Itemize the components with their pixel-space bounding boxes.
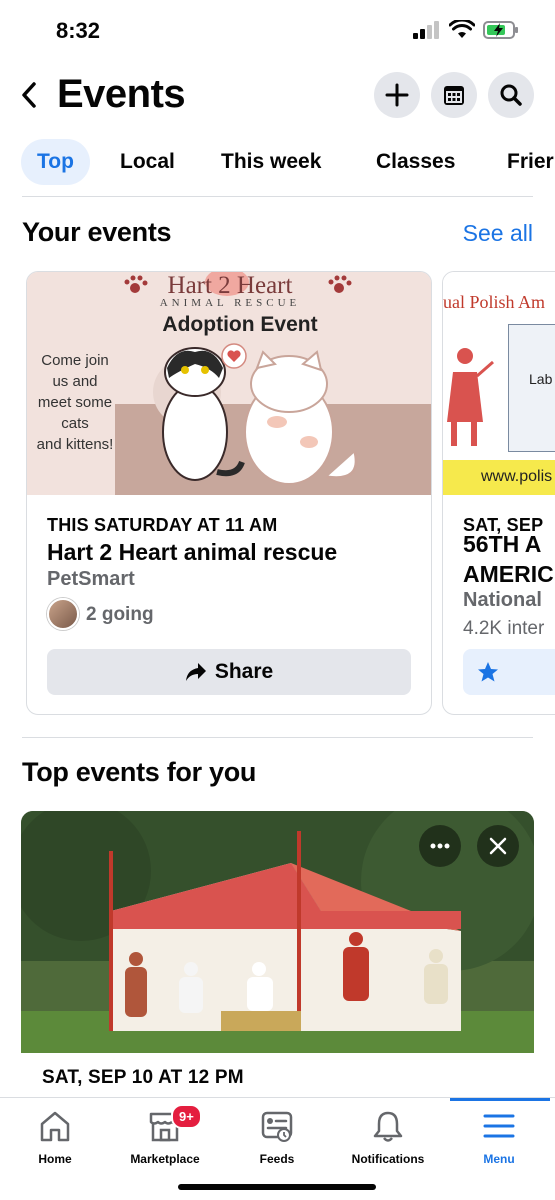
share-arrow-icon (185, 663, 206, 681)
share-button[interactable]: Share (47, 649, 411, 695)
events-header: Events (0, 68, 555, 124)
home-indicator (178, 1184, 376, 1190)
share-label: Share (214, 660, 274, 683)
poster-blurb: Come join us and meet some cats and kitt… (31, 350, 119, 455)
divider (22, 196, 533, 197)
feeds-icon (261, 1111, 293, 1142)
nav-notifications-label: Notifications (351, 1152, 425, 1166)
poster-label-box: Lab (508, 324, 555, 452)
status-time: 8:32 (56, 18, 101, 43)
event-card[interactable]: Hart 2 Heart ANIMAL RESCUE Adoption Even… (26, 271, 432, 715)
home-icon (40, 1111, 70, 1142)
nav-feeds[interactable]: Feeds (227, 1110, 327, 1166)
filter-tabs: Top Local This week Classes Frier (0, 139, 555, 187)
divider (22, 737, 533, 738)
event-poster-image: Hart 2 Heart ANIMAL RESCUE Adoption Even… (27, 272, 431, 495)
search-icon (500, 84, 522, 106)
nav-menu[interactable]: Menu (449, 1110, 549, 1166)
interested-count: 4.2K inter (463, 618, 545, 639)
poster-label: Lab (529, 371, 553, 387)
bell-icon (373, 1111, 403, 1142)
poster-url-bar: www.polis (443, 460, 555, 495)
poster-subtitle: ANIMAL RESCUE (159, 297, 301, 309)
attendee-avatar (47, 598, 79, 630)
interested-button[interactable] (463, 649, 555, 695)
poster-headline: Adoption Event (162, 313, 318, 336)
poster-blurb-line: cats (61, 415, 89, 432)
nav-notifications[interactable]: Notifications (338, 1110, 438, 1166)
poster-blurb-line: Come join (41, 352, 109, 369)
nav-marketplace-label: Marketplace (130, 1152, 200, 1166)
dismiss-button[interactable] (477, 825, 519, 867)
marketplace-badge: 9+ (171, 1104, 202, 1129)
nav-home-label: Home (38, 1152, 72, 1166)
tab-classes[interactable]: Classes (376, 139, 455, 185)
page-title: Events (57, 72, 186, 116)
poster-blurb-line: and kittens! (36, 436, 114, 453)
see-all-link[interactable]: See all (463, 220, 533, 247)
nav-marketplace[interactable]: 9+ Marketplace (115, 1104, 215, 1166)
create-event-button[interactable] (374, 72, 420, 118)
event-date: THIS SATURDAY AT 11 AM (47, 515, 278, 535)
calendar-icon (444, 86, 464, 105)
event-name-line[interactable]: 56TH A (463, 531, 541, 558)
event-venue: PetSmart (47, 568, 135, 590)
plus-icon (385, 83, 409, 107)
tab-top[interactable]: Top (21, 139, 90, 185)
more-dots-icon (430, 843, 450, 849)
event-poster-image: ual Polish Am Lab www.polis (443, 272, 555, 495)
more-options-button[interactable] (419, 825, 461, 867)
battery-icon (483, 21, 518, 39)
star-icon (478, 662, 498, 682)
event-card[interactable]: ual Polish Am Lab www.polis SAT, SEP 56T… (442, 271, 555, 715)
menu-icon (483, 1114, 515, 1138)
top-event-date: SAT, SEP 10 AT 12 PM (42, 1067, 244, 1088)
nav-menu-label: Menu (483, 1152, 515, 1166)
poster-brand: Hart 2 Heart (167, 272, 293, 299)
wifi-icon (449, 20, 475, 38)
search-button[interactable] (488, 72, 534, 118)
status-bar: 8:32 (0, 0, 555, 60)
top-event-card[interactable] (21, 811, 534, 1101)
poster-blurb-line: meet some (37, 394, 113, 411)
back-arrow-icon[interactable] (16, 80, 44, 110)
top-events-heading: Top events for you (22, 757, 257, 787)
status-icons (413, 20, 519, 40)
nav-feeds-label: Feeds (259, 1152, 295, 1166)
poster-banner: ual Polish Am (443, 292, 546, 312)
tab-this-week[interactable]: This week (221, 139, 321, 185)
nav-home[interactable]: Home (5, 1110, 105, 1166)
going-count: 2 going (86, 604, 154, 625)
close-icon (489, 837, 507, 855)
signal-icon (413, 21, 439, 39)
folk-dancer-artwork (447, 348, 494, 446)
your-events-heading: Your events (22, 217, 172, 247)
tab-friends[interactable]: Frier (507, 139, 554, 185)
event-venue: National (463, 589, 542, 611)
tab-local[interactable]: Local (120, 139, 175, 185)
poster-blurb-line: us and (52, 373, 98, 390)
event-name-line[interactable]: AMERIC (463, 561, 554, 588)
calendar-button[interactable] (431, 72, 477, 118)
active-tab-indicator (450, 1098, 550, 1101)
poster-url: www.polis (481, 468, 553, 485)
event-name[interactable]: Hart 2 Heart animal rescue (47, 539, 337, 566)
